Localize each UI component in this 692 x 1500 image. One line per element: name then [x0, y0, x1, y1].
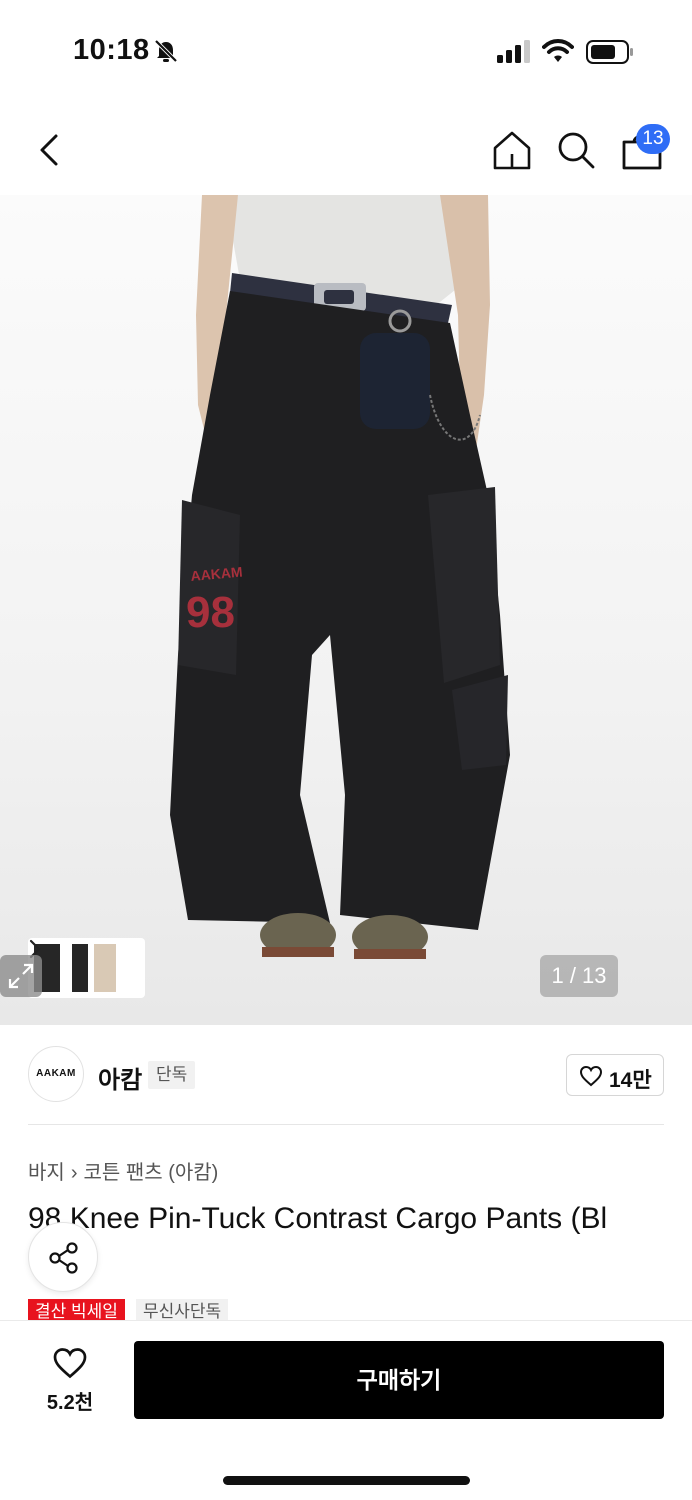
brand-like-count: 14만 [609, 1069, 652, 1092]
brand-like-button[interactable]: 14만 [566, 1054, 664, 1096]
thumbnail-strip[interactable] [28, 938, 145, 998]
brand-exclusive-tag: 단독 [148, 1061, 196, 1089]
brand-logo[interactable]: AAKAM [28, 1046, 84, 1102]
wishlist-count: 5.2천 [46, 1392, 94, 1414]
heart-icon [579, 1065, 603, 1087]
breadcrumb: 바지 › 코튼 팬츠 (아캄) [28, 1156, 218, 1185]
wifi-icon [542, 39, 574, 62]
print-logo-number: 98 [186, 588, 235, 637]
home-indicator [223, 1476, 470, 1485]
breadcrumb-category[interactable]: 바지 [28, 1162, 65, 1184]
status-time: 10:18 [73, 34, 150, 66]
battery-icon [586, 40, 633, 64]
home-icon[interactable] [490, 128, 534, 172]
wishlist-button[interactable]: 5.2천 [30, 1344, 110, 1420]
product-image[interactable]: AAKAM 98 1 / 13 [0, 195, 692, 1025]
share-button[interactable] [28, 1222, 98, 1292]
back-icon[interactable] [32, 128, 68, 172]
breadcrumb-subcategory[interactable]: 코튼 팬츠 (아캄) [83, 1162, 218, 1184]
cellular-signal-icon [497, 40, 530, 63]
share-icon [49, 1242, 78, 1274]
search-icon[interactable] [554, 128, 598, 172]
pants-photo: AAKAM 98 [170, 195, 510, 959]
brand-name[interactable]: 아캄 [98, 1060, 142, 1095]
chevron-right-icon: › [70, 1162, 78, 1184]
divider [28, 1124, 664, 1125]
bell-off-icon [154, 39, 178, 63]
image-page-counter: 1 / 13 [540, 955, 618, 997]
heart-icon [53, 1348, 87, 1379]
status-bar: 10:18 [0, 0, 692, 100]
cart-count-badge: 13 [636, 124, 670, 154]
expand-icon[interactable] [0, 955, 42, 997]
buy-button[interactable]: 구매하기 [134, 1341, 664, 1419]
product-title: 98 Knee Pin-Tuck Contrast Cargo Pants (B… [28, 1202, 608, 1235]
